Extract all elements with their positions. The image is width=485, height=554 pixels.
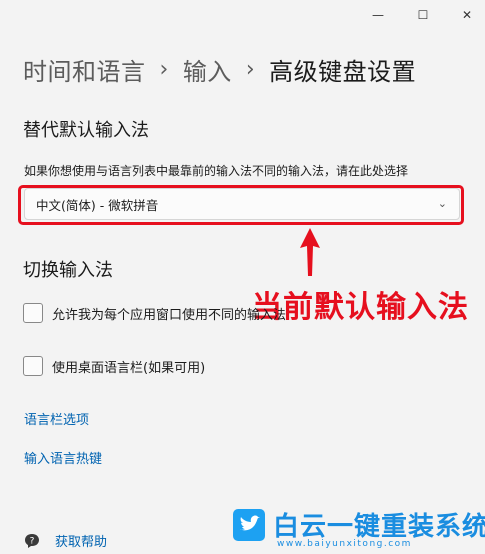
chevron-right-icon: ›: [159, 57, 169, 82]
override-input-method-description: 如果你想使用与语言列表中最靠前的输入法不同的输入法，请在此处选择: [24, 164, 409, 178]
get-help-label: 获取帮助: [55, 535, 108, 550]
get-help-link[interactable]: ? 获取帮助: [23, 531, 107, 550]
override-input-method-heading: 替代默认输入法: [23, 120, 149, 141]
breadcrumb-input[interactable]: 输入: [183, 52, 232, 87]
per-app-input-method-option[interactable]: 允许我为每个应用窗口使用不同的输入法: [23, 303, 286, 323]
chevron-right-icon: ›: [245, 57, 256, 82]
desktop-language-bar-checkbox[interactable]: [23, 356, 43, 376]
desktop-language-bar-label: 使用桌面语言栏(如果可用): [52, 360, 206, 376]
title-bar: — ☐ ✕: [0, 0, 485, 30]
red-highlight-box: [18, 185, 464, 225]
maximize-button[interactable]: ☐: [400, 0, 446, 30]
close-button[interactable]: ✕: [444, 0, 485, 30]
bird-logo-icon: [233, 509, 265, 541]
watermark-logo: 白云一键重装系统 www.baiyunxitong.com: [233, 509, 485, 553]
minimize-button[interactable]: —: [355, 0, 401, 30]
breadcrumb-time-and-language[interactable]: 时间和语言: [23, 52, 146, 87]
switch-input-method-heading: 切换输入法: [23, 260, 113, 281]
svg-text:?: ?: [30, 536, 35, 546]
page-title: 高级键盘设置: [269, 58, 417, 86]
red-arrow-up-icon: [300, 228, 320, 276]
breadcrumb: 时间和语言 › 输入 › 高级键盘设置: [23, 52, 416, 87]
language-bar-options-link[interactable]: 语言栏选项: [24, 409, 89, 428]
input-language-hotkeys-link[interactable]: 输入语言热键: [24, 448, 102, 467]
watermark-brand: 白云一键重装系统: [273, 512, 485, 542]
per-app-input-method-checkbox[interactable]: [23, 303, 43, 323]
watermark-url: www.baiyunxitong.com: [277, 539, 412, 549]
per-app-input-method-label: 允许我为每个应用窗口使用不同的输入法: [52, 307, 287, 323]
help-icon: ?: [25, 533, 39, 548]
desktop-language-bar-option[interactable]: 使用桌面语言栏(如果可用): [23, 356, 205, 376]
